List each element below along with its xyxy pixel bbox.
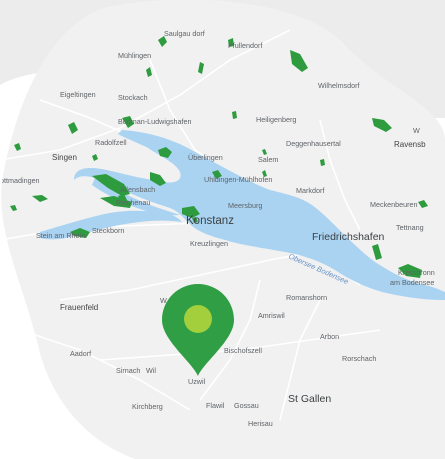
label-herisau: Herisau <box>248 419 273 428</box>
label-steckborn: Steckborn <box>92 226 124 235</box>
label-kreuzlingen: Kreuzlingen <box>190 239 228 248</box>
label-romanshorn: Romanshorn <box>286 293 327 302</box>
label-uberlingen: Überlingen <box>188 153 223 162</box>
label-flawil: Flawil <box>206 401 225 410</box>
label-allensbach: Allensbach <box>120 185 155 194</box>
label-bischofszell: Bischofszell <box>224 346 262 355</box>
label-uhldingen: Uhldingen-Mühlhofen <box>204 175 272 184</box>
label-singen: Singen <box>52 153 77 162</box>
label-ravensburg: Ravensb <box>394 140 426 149</box>
label-kirchberg: Kirchberg <box>132 402 163 411</box>
label-frauenfeld: Frauenfeld <box>60 303 98 312</box>
label-am-bodensee: am Bodensee <box>390 278 434 287</box>
label-markdorf: Markdorf <box>296 186 324 195</box>
label-st-gallen: St Gallen <box>288 393 331 405</box>
label-meckenbeuren: Meckenbeuren <box>370 200 418 209</box>
map-illustration: Saulgau dorf Mühlingen Pfullendorf Eigel… <box>0 0 445 459</box>
label-friedrichshafen: Friedrichshafen <box>312 231 385 243</box>
label-wilhelmsdorf: Wilhelmsdorf <box>318 81 360 90</box>
label-gottmadingen: ottmadingen <box>0 176 40 185</box>
label-wil: Wil <box>146 366 156 375</box>
label-arbon: Arbon <box>320 332 339 341</box>
label-deggenhausertal: Deggenhausertal <box>286 139 341 148</box>
label-amriswil: Amriswil <box>258 311 285 320</box>
label-muhlingen: Mühlingen <box>118 51 151 60</box>
label-heiligenberg: Heiligenberg <box>256 115 296 124</box>
label-saulgau-dorf: Saulgau dorf <box>164 29 205 38</box>
label-kressbronn: Kressbronn <box>398 268 435 277</box>
label-radolfzell: Radolfzell <box>95 138 127 147</box>
label-konstanz: Konstanz <box>186 215 234 227</box>
label-aadorf: Aadorf <box>70 349 91 358</box>
label-rorschach: Rorschach <box>342 354 376 363</box>
label-salem: Salem <box>258 155 278 164</box>
label-pfullendorf: Pfullendorf <box>228 41 262 50</box>
label-w-edge: W <box>413 126 420 135</box>
label-eigeltingen: Eigeltingen <box>60 90 96 99</box>
label-uzwil: Uzwil <box>188 377 206 386</box>
label-stein-am-rhein: Stein am Rhein <box>36 231 85 240</box>
label-bodman: Bodman-Ludwigshafen <box>118 117 192 126</box>
label-reichenau: Reichenau <box>116 198 150 207</box>
label-sirnach: Sirnach <box>116 366 140 375</box>
label-tettnang: Tettnang <box>396 223 424 232</box>
label-gossau: Gossau <box>234 401 259 410</box>
label-stockach: Stockach <box>118 93 148 102</box>
label-meersburg: Meersburg <box>228 201 262 210</box>
